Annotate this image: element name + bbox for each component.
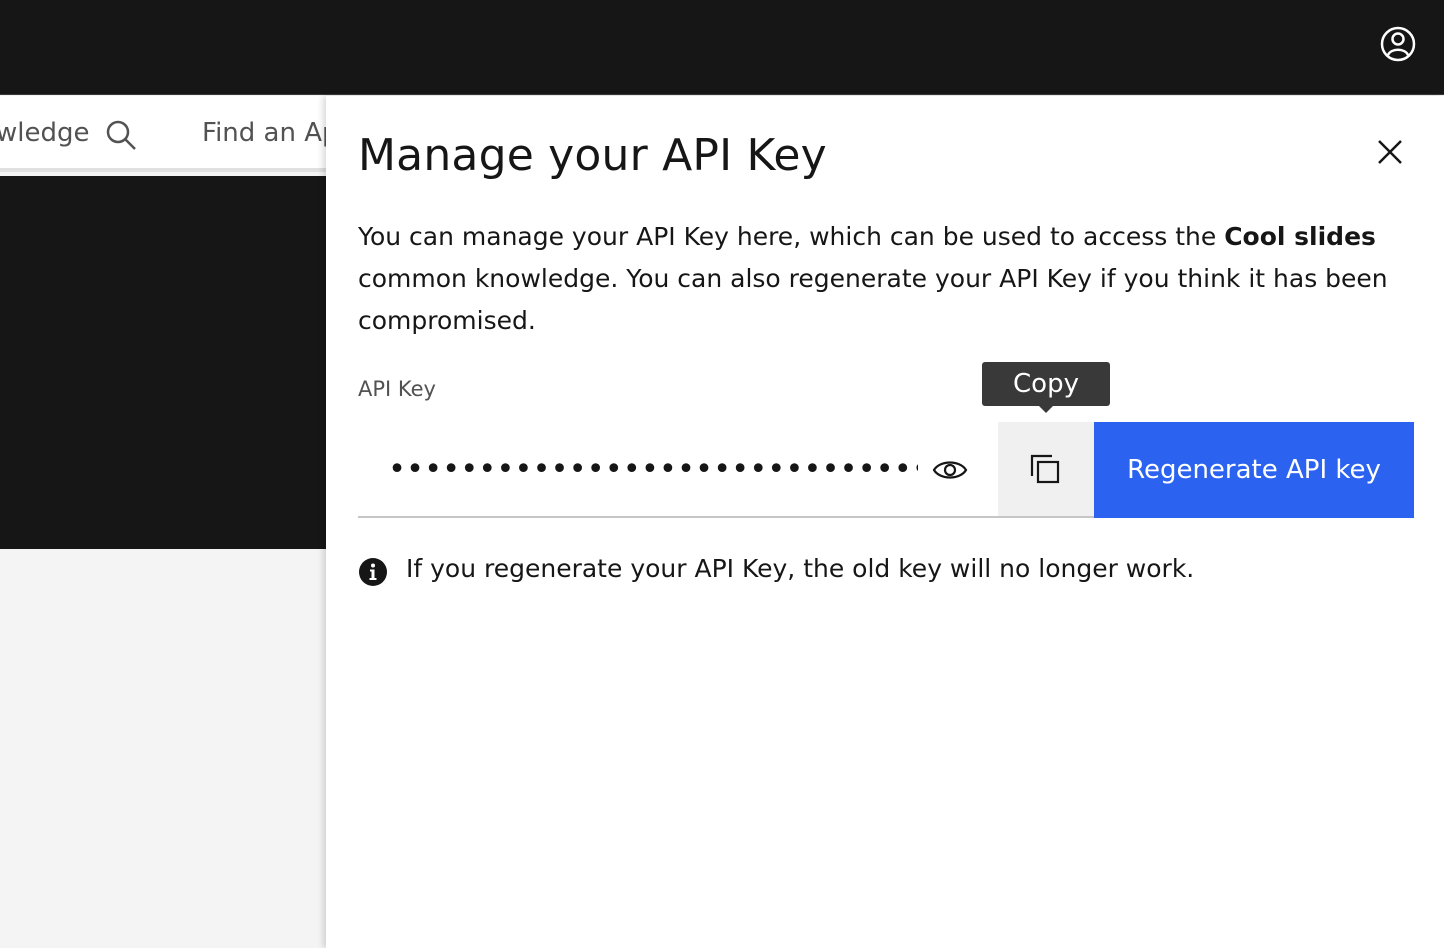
background-content [0, 549, 326, 948]
nav-item-knowledge[interactable]: wledge [0, 118, 90, 148]
description-text-1: You can manage your API Key here, which … [358, 222, 1225, 251]
api-key-input[interactable] [358, 422, 918, 516]
user-avatar-icon[interactable] [1378, 24, 1418, 64]
search-icon[interactable] [104, 118, 138, 152]
info-text: If you regenerate your API Key, the old … [406, 554, 1195, 583]
nav-item-find[interactable]: Find an Ap [202, 118, 326, 148]
manage-api-key-panel: Manage your API Key You can manage your … [326, 96, 1444, 948]
api-key-label: API Key [358, 377, 436, 401]
description-app-name: Cool slides [1224, 222, 1376, 251]
copy-button[interactable] [998, 422, 1094, 518]
panel-description: You can manage your API Key here, which … [358, 216, 1418, 342]
info-icon [359, 558, 387, 586]
close-icon[interactable] [1370, 132, 1410, 172]
description-text-2: common knowledge. You can also regenerat… [358, 264, 1388, 335]
eye-icon[interactable] [930, 452, 970, 488]
panel-title: Manage your API Key [358, 130, 827, 181]
copy-tooltip: Copy [982, 362, 1110, 406]
tooltip-arrow [1038, 405, 1054, 413]
regenerate-api-key-button[interactable]: Regenerate API key [1094, 422, 1414, 518]
api-key-field [358, 422, 998, 518]
copy-icon [1030, 454, 1060, 484]
background-hero [0, 176, 326, 549]
background-nav: wledge Find an Ap [0, 96, 326, 172]
top-header-bar [0, 0, 1444, 95]
